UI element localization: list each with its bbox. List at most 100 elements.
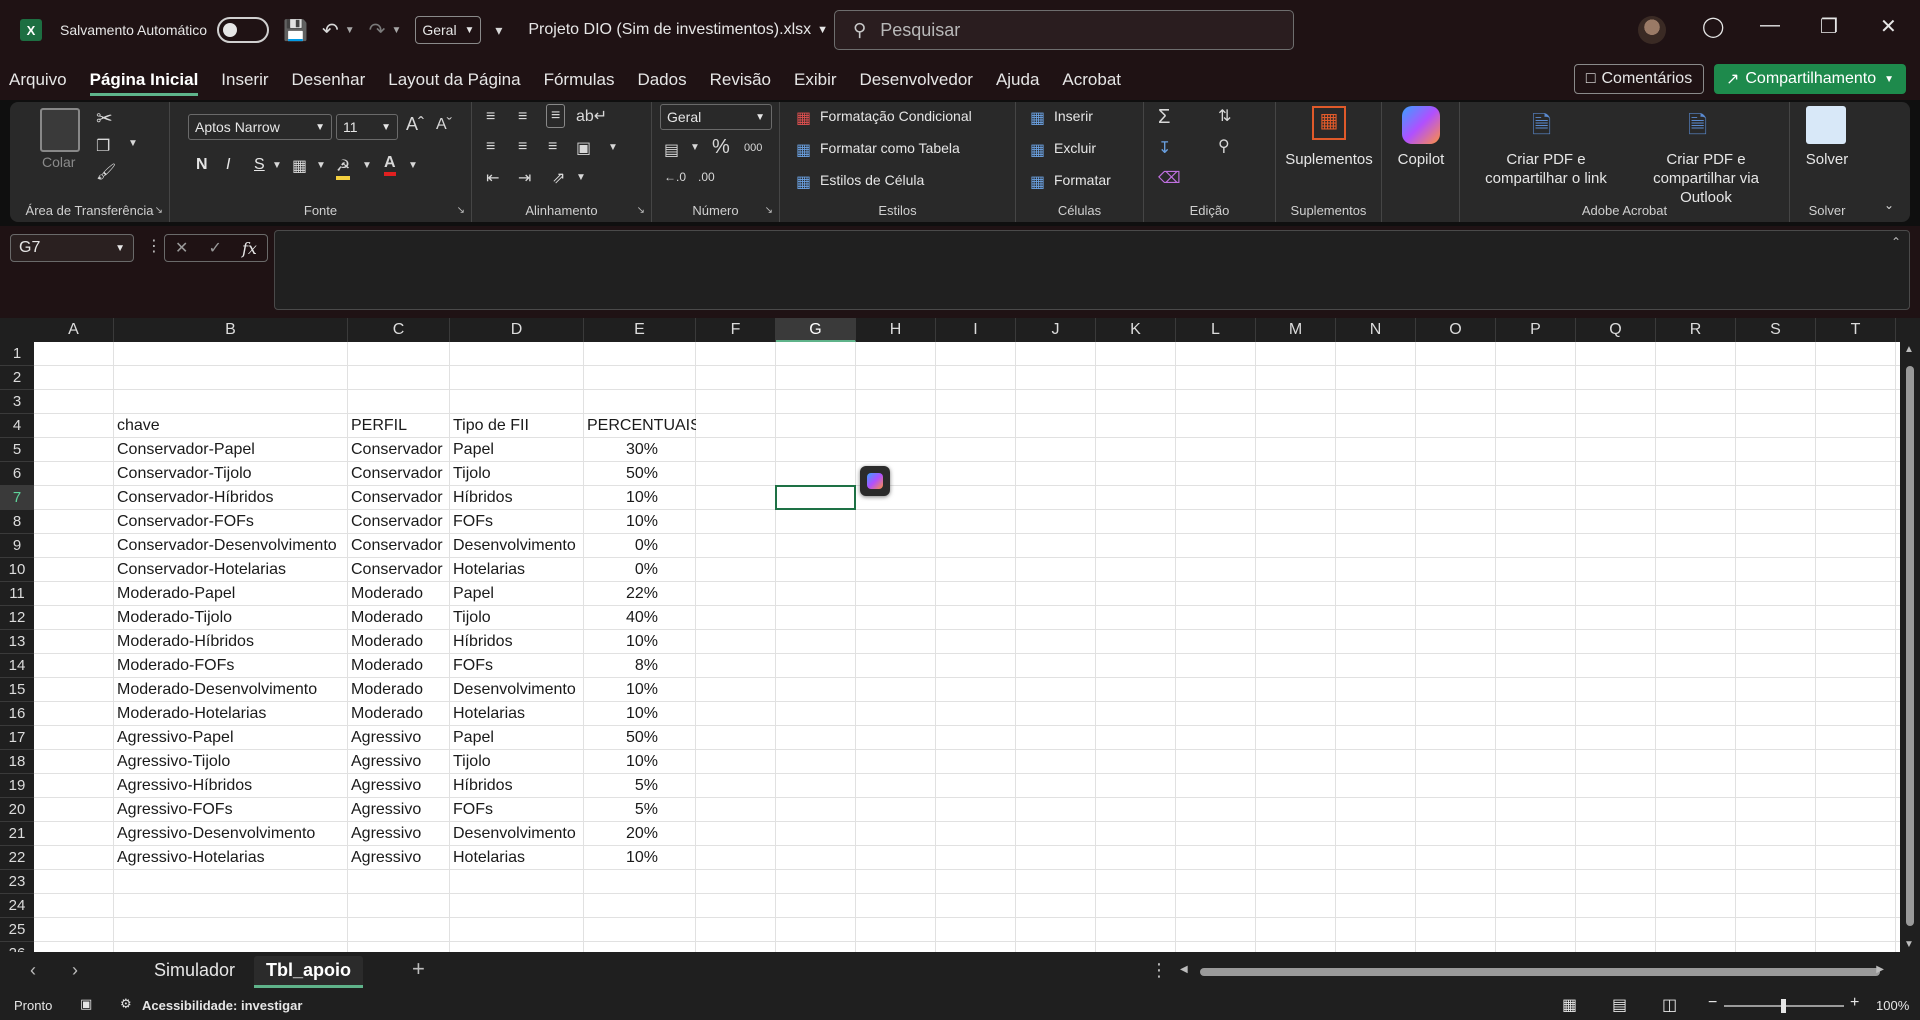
table-cell[interactable]: Papel <box>450 438 584 462</box>
row-header-20[interactable]: 20 <box>0 798 34 822</box>
table-cell[interactable]: Desenvolvimento <box>450 822 584 846</box>
row-header-13[interactable]: 13 <box>0 630 34 654</box>
table-cell[interactable]: 20% <box>584 822 696 846</box>
table-cell[interactable]: Conservador-Papel <box>114 438 348 462</box>
shrink-font-icon[interactable]: Aˇ <box>436 116 452 134</box>
row-header-10[interactable]: 10 <box>0 558 34 582</box>
table-cell[interactable]: 40% <box>584 606 696 630</box>
table-cell[interactable]: Moderado <box>348 702 450 726</box>
row-header-16[interactable]: 16 <box>0 702 34 726</box>
spreadsheet-grid[interactable]: ABCDEFGHIJKLMNOPQRST 1 2 3 4 5 6 7 8 9 10 11 12 13 14… <box>0 318 1920 952</box>
save-icon[interactable]: 💾 <box>283 18 308 43</box>
table-cell[interactable]: Conservador <box>348 510 450 534</box>
table-header-cell[interactable]: PERCENTUAIS <box>584 414 696 438</box>
table-cell[interactable]: Conservador <box>348 462 450 486</box>
formula-input[interactable]: ⌃ <box>274 230 1910 310</box>
row-header-23[interactable]: 23 <box>0 870 34 894</box>
prev-sheet-icon[interactable]: ‹ <box>30 960 36 981</box>
decrease-indent-icon[interactable]: ⇤ <box>486 168 499 188</box>
percent-icon[interactable]: % <box>712 136 730 159</box>
table-header-cell[interactable]: chave <box>114 414 348 438</box>
scroll-up-icon[interactable]: ▲ <box>1904 344 1914 355</box>
table-cell[interactable]: 10% <box>584 702 696 726</box>
table-cell[interactable]: Conservador <box>348 438 450 462</box>
column-header-f[interactable]: F <box>696 318 776 342</box>
column-header-d[interactable]: D <box>450 318 584 342</box>
table-cell[interactable]: 10% <box>584 678 696 702</box>
dialog-launcher-icon[interactable]: ↘ <box>637 205 645 216</box>
table-cell[interactable]: Agressivo-FOFs <box>114 798 348 822</box>
copilot-button[interactable]: Copilot <box>1382 150 1460 169</box>
table-cell[interactable]: Hotelarias <box>450 846 584 870</box>
active-cell-indicator[interactable] <box>775 485 856 510</box>
column-header-o[interactable]: O <box>1416 318 1496 342</box>
sheet-tab-tbl-apoio[interactable]: Tbl_apoio <box>254 956 363 988</box>
page-break-icon[interactable]: ◫ <box>1662 995 1677 1015</box>
table-cell[interactable]: Conservador-FOFs <box>114 510 348 534</box>
table-cell[interactable]: Moderado <box>348 630 450 654</box>
row-header-11[interactable]: 11 <box>0 582 34 606</box>
table-cell[interactable]: Moderado-Desenvolvimento <box>114 678 348 702</box>
pdf-link-button[interactable]: Criar PDF e compartilhar o link <box>1466 150 1626 188</box>
table-cell[interactable]: Conservador <box>348 534 450 558</box>
undo-dropdown-icon[interactable]: ▼ <box>345 25 355 36</box>
table-cell[interactable]: Tijolo <box>450 606 584 630</box>
column-header-j[interactable]: J <box>1016 318 1096 342</box>
zoom-level[interactable]: 100% <box>1876 998 1909 1013</box>
table-cell[interactable]: 10% <box>584 750 696 774</box>
underline-dropdown-icon[interactable]: ▼ <box>272 160 282 171</box>
table-cell[interactable]: Moderado-Híbridos <box>114 630 348 654</box>
fill-dropdown-icon[interactable]: ▼ <box>362 160 372 171</box>
scroll-left-icon[interactable]: ◀ <box>1180 964 1188 975</box>
search-box[interactable]: ⚲ Pesquisar <box>834 10 1294 50</box>
zoom-slider-thumb[interactable] <box>1781 999 1786 1013</box>
table-cell[interactable]: 22% <box>584 582 696 606</box>
row-header-12[interactable]: 12 <box>0 606 34 630</box>
paste-label[interactable]: Colar <box>42 154 75 170</box>
orientation-dropdown-icon[interactable]: ▼ <box>576 172 586 183</box>
tab-dados[interactable]: Dados <box>637 64 686 96</box>
undo-icon[interactable]: ↶ <box>322 18 339 43</box>
font-size-select[interactable]: 11 ▼ <box>336 114 398 140</box>
table-cell[interactable]: Desenvolvimento <box>450 678 584 702</box>
borders-icon[interactable]: ▦ <box>292 156 307 176</box>
underline-button[interactable]: S <box>254 156 265 174</box>
align-right-icon[interactable]: ≡ <box>548 138 557 156</box>
copilot-icon[interactable] <box>1402 106 1440 144</box>
increase-indent-icon[interactable]: ⇥ <box>518 168 531 188</box>
column-header-h[interactable]: H <box>856 318 936 342</box>
table-cell[interactable]: Híbridos <box>450 486 584 510</box>
add-sheet-icon[interactable]: + <box>412 956 425 982</box>
accessibility-icon[interactable]: ⚙ <box>120 996 132 1012</box>
cell-styles-button[interactable]: Estilos de Célula <box>820 172 924 188</box>
quick-style-select[interactable]: Geral ▼ <box>415 16 482 44</box>
dialog-launcher-icon[interactable]: ↘ <box>765 205 773 216</box>
tab-ajuda[interactable]: Ajuda <box>996 64 1039 96</box>
tab-exibir[interactable]: Exibir <box>794 64 837 96</box>
table-cell[interactable]: 50% <box>584 726 696 750</box>
comments-button[interactable]: □ Comentários <box>1574 64 1704 94</box>
sort-filter-icon[interactable]: ⇅ <box>1218 106 1231 126</box>
table-cell[interactable]: 5% <box>584 774 696 798</box>
borders-dropdown-icon[interactable]: ▼ <box>316 160 326 171</box>
decrease-decimal-icon[interactable]: .00 <box>698 170 715 184</box>
tab-arquivo[interactable]: Arquivo <box>9 64 67 96</box>
column-header-l[interactable]: L <box>1176 318 1256 342</box>
table-cell[interactable]: Agressivo <box>348 798 450 822</box>
delete-cells-icon[interactable]: ▦ <box>1030 140 1045 160</box>
font-color-icon[interactable]: A <box>384 154 396 176</box>
addins-button[interactable]: Suplementos <box>1276 150 1382 169</box>
table-cell[interactable]: Agressivo <box>348 750 450 774</box>
table-cell[interactable]: Hotelarias <box>450 558 584 582</box>
tab-revisao[interactable]: Revisão <box>710 64 771 96</box>
merge-center-icon[interactable]: ▣ <box>576 138 591 158</box>
row-header-2[interactable]: 2 <box>0 366 34 390</box>
insert-function-icon[interactable]: fx <box>242 239 257 258</box>
table-cell[interactable]: Agressivo <box>348 726 450 750</box>
format-as-table-icon[interactable]: ▦ <box>796 140 811 160</box>
column-header-e[interactable]: E <box>584 318 696 342</box>
cancel-icon[interactable]: ✕ <box>175 238 188 258</box>
table-cell[interactable]: Moderado <box>348 606 450 630</box>
table-cell[interactable]: Desenvolvimento <box>450 534 584 558</box>
sheet-tab-simulador[interactable]: Simulador <box>142 956 247 988</box>
